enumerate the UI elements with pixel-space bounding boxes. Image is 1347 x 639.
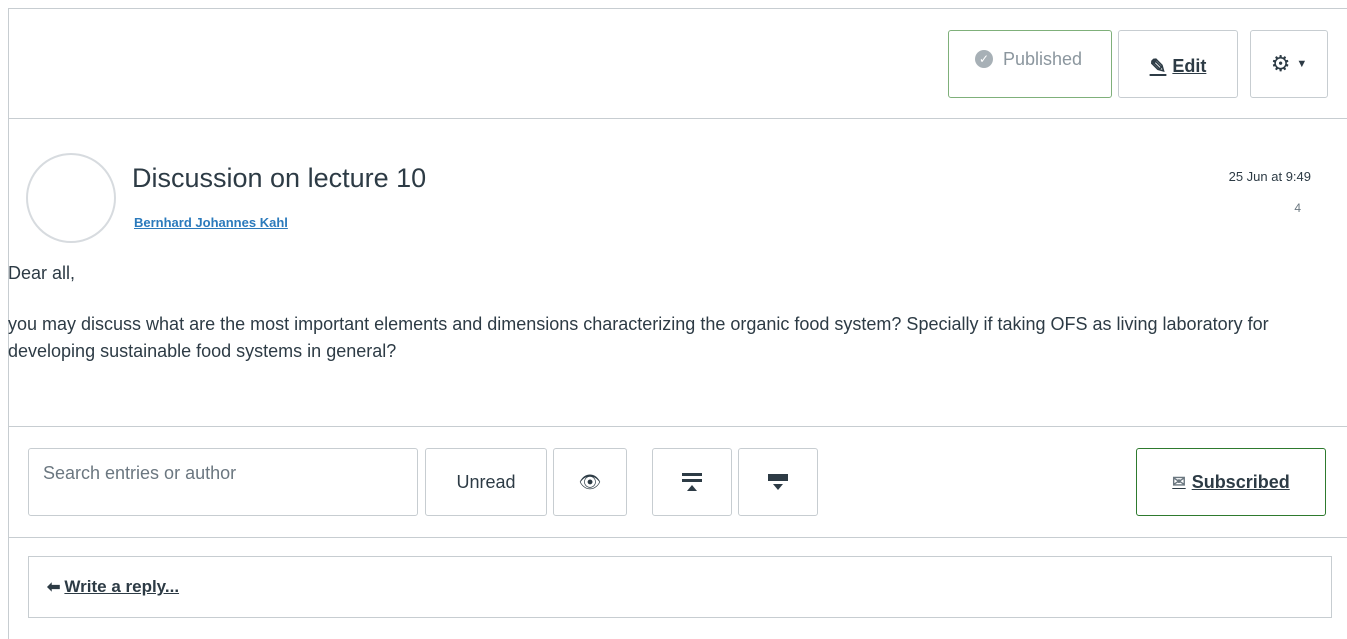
collapse-threads-button[interactable] bbox=[738, 448, 818, 516]
discussion-toolbar: Unread 👁 ✉ Subscribed bbox=[8, 427, 1347, 538]
topic-action-bar: ✓ Published ✎ Edit ⚙ ▼ bbox=[8, 8, 1347, 119]
edit-label: Edit bbox=[1172, 55, 1207, 76]
pencil-icon: ✎ bbox=[1149, 55, 1167, 78]
edit-button[interactable]: ✎ Edit bbox=[1118, 30, 1238, 98]
reply-arrow-icon: ⬅ bbox=[47, 579, 61, 596]
avatar[interactable] bbox=[26, 153, 116, 243]
published-label: Published bbox=[1003, 48, 1083, 69]
subscribed-label: Subscribed bbox=[1191, 471, 1290, 492]
search-input[interactable] bbox=[28, 448, 418, 516]
message-body: you may discuss what are the most import… bbox=[8, 314, 1269, 361]
collapse-icon bbox=[768, 474, 788, 490]
settings-menu-button[interactable]: ⚙ ▼ bbox=[1250, 30, 1328, 98]
write-reply-button[interactable]: ⬅ Write a reply... bbox=[28, 556, 1332, 618]
eye-icon: 👁 bbox=[578, 471, 602, 492]
unread-label: Unread bbox=[456, 471, 516, 492]
topic-section: Discussion on lecture 10 Bernhard Johann… bbox=[8, 119, 1347, 427]
subscribed-button[interactable]: ✉ Subscribed bbox=[1136, 448, 1326, 516]
gear-icon: ⚙ bbox=[1270, 51, 1291, 76]
reply-count: 4 bbox=[1294, 201, 1301, 215]
published-button[interactable]: ✓ Published bbox=[948, 30, 1112, 98]
posted-date: 25 Jun at 9:49 bbox=[1228, 169, 1311, 184]
check-icon: ✓ bbox=[975, 50, 993, 68]
mark-all-read-button[interactable]: 👁 bbox=[553, 448, 627, 516]
author-link[interactable]: Bernhard Johannes Kahl bbox=[134, 215, 288, 230]
expand-threads-button[interactable] bbox=[652, 448, 732, 516]
message-greeting: Dear all, bbox=[8, 263, 76, 283]
caret-down-icon: ▼ bbox=[1296, 58, 1308, 70]
topic-title: Discussion on lecture 10 bbox=[132, 163, 427, 193]
write-reply-label: Write a reply... bbox=[64, 577, 180, 596]
expand-icon bbox=[682, 473, 702, 491]
checkmark-mail-icon: ✉ bbox=[1172, 474, 1186, 491]
unread-filter-button[interactable]: Unread bbox=[425, 448, 547, 516]
